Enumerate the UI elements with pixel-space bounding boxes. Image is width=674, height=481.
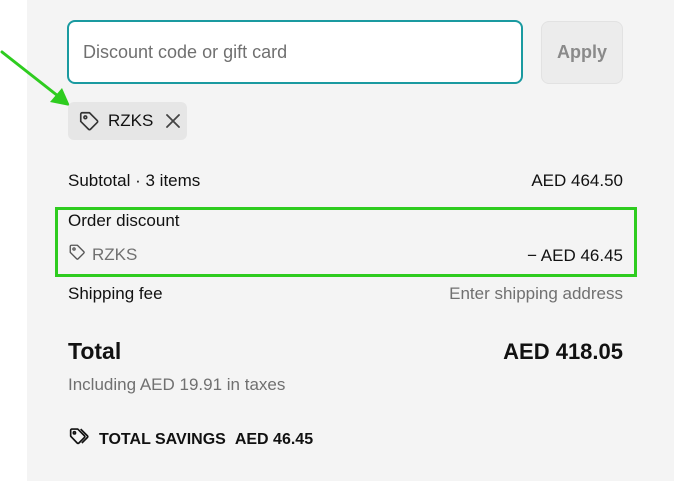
apply-button[interactable]: Apply: [541, 21, 623, 84]
tag-icon: [78, 110, 100, 132]
shipping-row: Shipping fee Enter shipping address: [68, 284, 623, 304]
checkout-page: Apply RZKS Subtotal · 3 items AED 464.50…: [0, 0, 674, 481]
tag-icon: [68, 243, 86, 266]
savings-label: TOTAL SAVINGS: [99, 430, 226, 448]
total-label: Total: [68, 338, 122, 364]
subtotal-value: AED 464.50: [531, 171, 623, 190]
savings-value: AED 46.45: [234, 430, 314, 448]
total-row: Total AED 418.05: [68, 338, 623, 365]
order-discount-value: − AED 46.45: [527, 246, 623, 265]
total-savings: TOTAL SAVINGS AED 46.45: [68, 427, 313, 452]
shipping-value: Enter shipping address: [449, 284, 623, 303]
tax-note: Including AED 19.91 in taxes: [68, 375, 286, 394]
order-discount-code: RZKS: [68, 243, 137, 266]
applied-discount-chip: RZKS: [68, 102, 187, 140]
applied-discount-code: RZKS: [108, 111, 154, 130]
remove-discount-button[interactable]: [165, 112, 181, 130]
tax-note-row: Including AED 19.91 in taxes: [68, 375, 623, 395]
order-discount-row: Order discount: [68, 211, 623, 231]
total-value: AED 418.05: [503, 339, 623, 364]
shipping-label: Shipping fee: [68, 284, 163, 303]
close-icon: [166, 114, 181, 128]
discount-code-input[interactable]: [67, 20, 523, 84]
order-discount-code-text: RZKS: [92, 244, 138, 264]
tags-icon: [68, 427, 90, 452]
subtotal-label: Subtotal · 3 items: [68, 171, 201, 190]
order-discount-label: Order discount: [68, 211, 180, 230]
order-discount-detail-row: RZKS − AED 46.45: [68, 243, 623, 266]
subtotal-row: Subtotal · 3 items AED 464.50: [68, 171, 623, 191]
